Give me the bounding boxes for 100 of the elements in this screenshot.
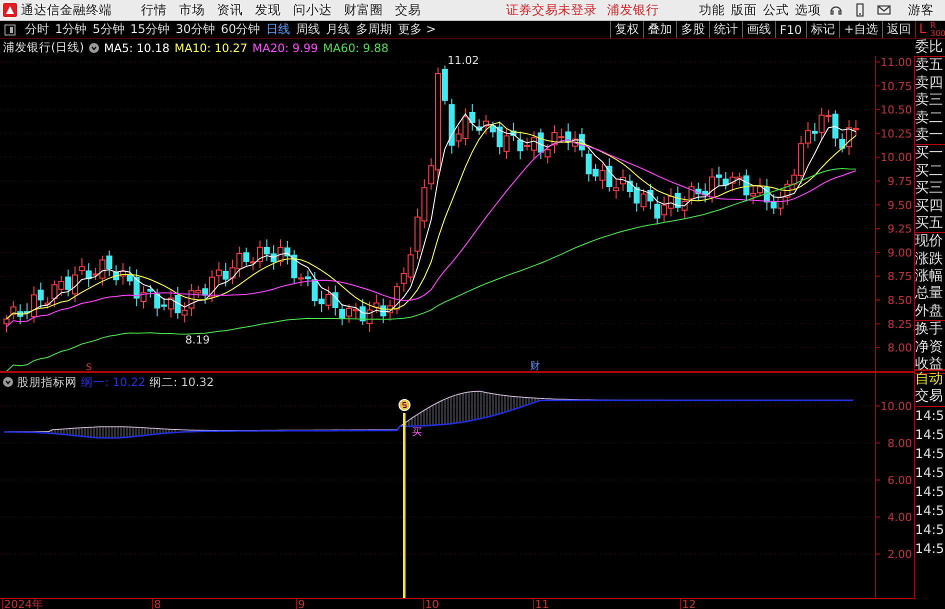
quote-field-label: 总量: [915, 285, 944, 303]
quote-field-label: 卖四: [915, 74, 944, 92]
trade-time: 14:5: [915, 446, 945, 464]
menu-item[interactable]: 资讯: [217, 2, 243, 18]
trade-time: 14:5: [915, 426, 945, 445]
menu-item[interactable]: 功能: [699, 2, 725, 18]
quote-field-label: 买四: [915, 198, 944, 215]
menu-item[interactable]: 公式: [763, 2, 789, 18]
quote-field-label: 外盘: [915, 302, 944, 320]
buy-signal-label: 买: [412, 426, 422, 438]
menu-item[interactable]: 财富圈: [344, 2, 383, 18]
menu-item[interactable]: 选项: [795, 2, 821, 18]
menu-item[interactable]: 版面: [731, 2, 757, 18]
value-tick: 10.00: [880, 400, 912, 413]
quote-field-label: 换手: [915, 321, 944, 339]
toolbar-button[interactable]: 返回: [882, 21, 915, 38]
price-tick: 8.25: [888, 318, 912, 331]
period-tab[interactable]: 周线: [293, 21, 324, 38]
quote-field-label: 卖二: [915, 110, 944, 127]
corner-label: 300: [930, 30, 945, 38]
toolbar-button[interactable]: 统计: [708, 21, 742, 38]
price-tick: 10.25: [880, 127, 912, 140]
stock-title: 浦发银行(日线): [3, 40, 84, 55]
logo-icon: [3, 3, 17, 17]
toolbar-button[interactable]: F10: [774, 21, 806, 38]
period-tab[interactable]: 多周期: [353, 21, 396, 38]
moving-average-value: MA5: 10.18: [104, 40, 170, 54]
trade-time: 14:5: [915, 484, 945, 502]
price-tick: 9.25: [888, 222, 912, 236]
period-tab[interactable]: 月线: [323, 21, 354, 38]
quote-field-label: 买三: [915, 180, 944, 198]
low-price-label: 8.19: [185, 334, 210, 346]
event-marker: S: [86, 363, 92, 371]
period-tab[interactable]: 5分钟: [90, 21, 128, 38]
date-tick: 2024年: [2, 598, 43, 609]
envelope-icon[interactable]: [877, 3, 891, 17]
stock-name-label[interactable]: 浦发银行: [607, 2, 659, 18]
value-tick: 8.00: [888, 436, 912, 450]
trade-time: 14:5: [915, 502, 945, 521]
menu-item[interactable]: 发现: [255, 2, 281, 18]
price-tick: 10.50: [880, 104, 912, 117]
price-tick: 8.50: [888, 294, 912, 307]
menu-item[interactable]: 问小达: [293, 2, 332, 18]
coin-icon: [398, 398, 410, 411]
quote-field-label: 买一: [915, 145, 944, 163]
date-tick: 9: [296, 598, 305, 609]
price-tick: 8.00: [888, 342, 912, 355]
date-tick: 12: [680, 598, 696, 609]
toolbar-button[interactable]: 画线: [742, 21, 775, 38]
quote-field-label: 净资: [915, 338, 944, 356]
dropdown-icon[interactable]: [88, 42, 99, 52]
quote-field-label: 涨跌: [915, 250, 944, 268]
quote-field-label: 涨幅: [915, 268, 944, 286]
corner-label: L: [919, 22, 926, 37]
date-tick: 11: [533, 598, 549, 609]
user-login[interactable]: 游客: [908, 2, 934, 18]
quote-field-label: 卖五: [915, 57, 944, 75]
period-tab[interactable]: 1分钟: [52, 21, 90, 38]
period-tab[interactable]: 15分钟: [127, 21, 173, 38]
period-tab[interactable]: 30分钟: [172, 21, 218, 38]
period-tab[interactable]: 分时: [22, 21, 52, 38]
corner-label: R: [930, 22, 937, 30]
event-marker: 财: [530, 361, 540, 371]
toolbar-button[interactable]: 叠加: [642, 21, 676, 38]
value-tick: 6.00: [888, 474, 912, 487]
panel-toggle-icon[interactable]: [4, 24, 16, 36]
moving-average-value: MA60: 9.88: [322, 40, 389, 54]
quote-field-label: 收益: [915, 356, 944, 372]
trade-time: 14:5: [915, 522, 945, 540]
login-status: 证券交易未登录: [506, 2, 597, 18]
dropdown-icon[interactable]: [3, 377, 13, 388]
menu-item[interactable]: 交易: [395, 2, 421, 18]
trade-label: 交易: [915, 388, 944, 406]
date-tick: 8: [152, 598, 161, 609]
quote-field-label: 买五: [915, 214, 944, 232]
auto-trade-tab[interactable]: 自动: [915, 371, 945, 388]
high-price-label: 11.02: [448, 56, 480, 68]
menu-item[interactable]: 市场: [179, 2, 205, 18]
menu-item[interactable]: 行情: [141, 2, 167, 18]
price-tick: 9.00: [888, 246, 912, 260]
quote-field-label: 卖三: [915, 92, 944, 110]
price-tick: 9.50: [888, 198, 912, 212]
toolbar-button[interactable]: 复权: [610, 21, 643, 38]
toolbar-button[interactable]: 标记: [806, 21, 839, 38]
quote-field-label: 现价: [915, 233, 944, 251]
price-tick: 10.75: [880, 80, 912, 93]
value-tick: 2.00: [888, 548, 912, 561]
app-title: 通达信金融终端: [21, 2, 112, 18]
period-tab[interactable]: 日线: [263, 21, 294, 38]
toolbar-button[interactable]: 多股: [676, 21, 709, 38]
quote-field-label: 买二: [915, 162, 944, 180]
period-tab[interactable]: 60分钟: [218, 21, 264, 38]
period-tab[interactable]: 更多 >: [395, 21, 439, 38]
quote-field-label: 委比: [915, 39, 944, 56]
toolbar-button[interactable]: +自选: [838, 21, 882, 38]
price-tick: 11.00: [880, 56, 912, 69]
trade-time: 14:5: [915, 408, 945, 426]
trade-time: 14:5: [915, 464, 945, 483]
trade-time: 14:5: [915, 540, 945, 559]
price-tick: 8.75: [888, 270, 912, 284]
